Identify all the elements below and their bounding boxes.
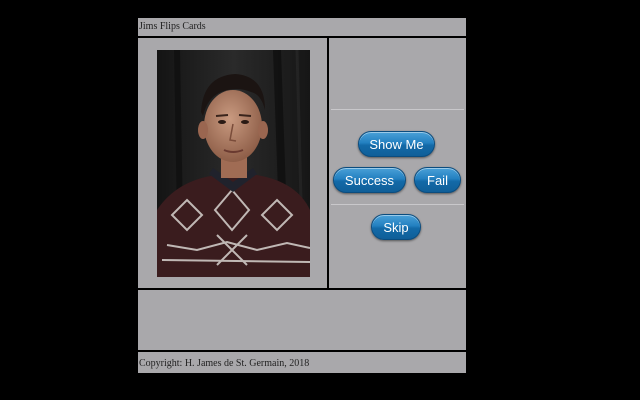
- controls-bottom-divider: [331, 204, 464, 205]
- flip-cards-app: Jims Flips Cards Show Me Success Fail Sk…: [138, 18, 467, 373]
- portrait-photo-icon: [157, 50, 310, 277]
- card-controls-panel: Show Me Success Fail Skip: [329, 38, 466, 288]
- card-photo-panel: [138, 38, 329, 288]
- controls-top-divider: [331, 109, 464, 110]
- card-photo: [157, 50, 310, 277]
- fail-button[interactable]: Fail: [414, 167, 461, 193]
- answer-panel: [138, 288, 466, 352]
- success-button[interactable]: Success: [333, 167, 406, 193]
- show-me-button[interactable]: Show Me: [358, 131, 435, 157]
- skip-button[interactable]: Skip: [371, 214, 421, 240]
- app-title: Jims Flips Cards: [138, 18, 467, 38]
- copyright-footer: Copyright: H. James de St. Germain, 2018: [139, 358, 310, 369]
